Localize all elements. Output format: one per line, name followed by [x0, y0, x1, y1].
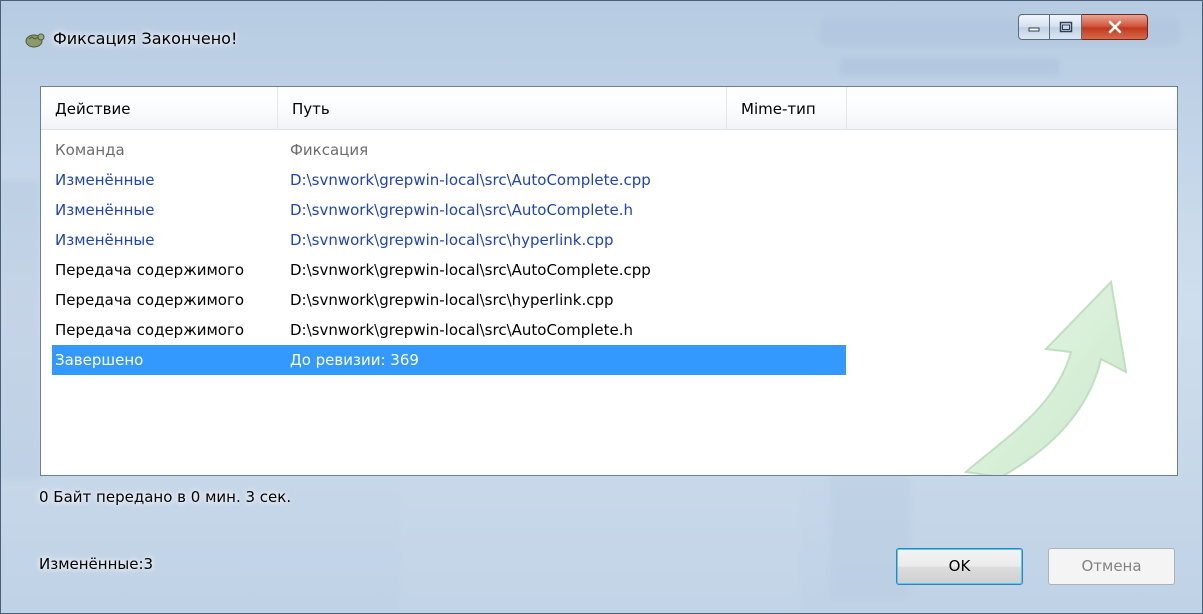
- table-row[interactable]: Изменённые D:\svnwork\grepwin-local\src\…: [41, 195, 846, 225]
- column-header-path[interactable]: Путь: [278, 87, 727, 129]
- minimize-button[interactable]: [1018, 14, 1050, 40]
- row-path: D:\svnwork\grepwin-local\src\AutoComplet…: [290, 321, 634, 339]
- title-bar: Фиксация Закончено!: [1, 1, 1202, 77]
- row-action: Изменённые: [55, 171, 155, 189]
- table-row[interactable]: Изменённые D:\svnwork\grepwin-local\src\…: [41, 165, 846, 195]
- row-action: Изменённые: [55, 201, 155, 219]
- row-action: Завершено: [55, 351, 144, 369]
- row-path: D:\svnwork\grepwin-local\src\AutoComplet…: [290, 261, 651, 279]
- transfer-status: 0 Байт передано в 0 мин. 3 сек.: [39, 488, 292, 506]
- cancel-button[interactable]: Отмена: [1048, 548, 1175, 585]
- close-button[interactable]: [1082, 14, 1148, 40]
- column-header-mime[interactable]: Mime-тип: [727, 87, 847, 129]
- row-action: Изменённые: [55, 231, 155, 249]
- table-row[interactable]: Изменённые D:\svnwork\grepwin-local\src\…: [41, 225, 846, 255]
- table-row[interactable]: Передача содержимого D:\svnwork\grepwin-…: [41, 315, 846, 345]
- row-path: Фиксация: [290, 141, 369, 159]
- actions-list[interactable]: Действие Путь Mime-тип Команда Фиксация …: [40, 86, 1178, 476]
- window-title: Фиксация Закончено!: [53, 29, 238, 48]
- tortoise-app-icon: [25, 33, 45, 48]
- caption-buttons: [1018, 14, 1148, 42]
- column-header-action[interactable]: Действие: [41, 87, 278, 129]
- row-path: D:\svnwork\grepwin-local\src\AutoComplet…: [290, 201, 634, 219]
- maximize-icon: [1059, 21, 1072, 33]
- row-action: Передача содержимого: [55, 321, 245, 339]
- row-path: D:\svnwork\grepwin-local\src\hyperlink.c…: [290, 231, 614, 249]
- changed-count: Изменённые:3: [39, 555, 154, 573]
- table-row-selected[interactable]: Завершено До ревизии: 369: [52, 345, 846, 375]
- list-rows: Команда Фиксация Изменённые D:\svnwork\g…: [41, 135, 1177, 375]
- close-icon: [1108, 20, 1121, 34]
- list-header: Действие Путь Mime-тип: [41, 87, 1177, 130]
- row-path: До ревизии: 369: [290, 351, 419, 369]
- table-row[interactable]: Передача содержимого D:\svnwork\grepwin-…: [41, 285, 846, 315]
- ok-button[interactable]: OK: [896, 548, 1023, 585]
- row-path: D:\svnwork\grepwin-local\src\AutoComplet…: [290, 171, 651, 189]
- table-row[interactable]: Команда Фиксация: [41, 135, 846, 165]
- row-path: D:\svnwork\grepwin-local\src\hyperlink.c…: [290, 291, 614, 309]
- minimize-icon: [1028, 27, 1040, 32]
- row-action: Передача содержимого: [55, 291, 245, 309]
- table-row[interactable]: Передача содержимого D:\svnwork\grepwin-…: [41, 255, 846, 285]
- commit-finished-dialog: Фиксация Закончено! Действие Путь Mime-т…: [0, 0, 1203, 614]
- maximize-button[interactable]: [1050, 14, 1082, 40]
- row-action: Команда: [55, 141, 125, 159]
- row-action: Передача содержимого: [55, 261, 245, 279]
